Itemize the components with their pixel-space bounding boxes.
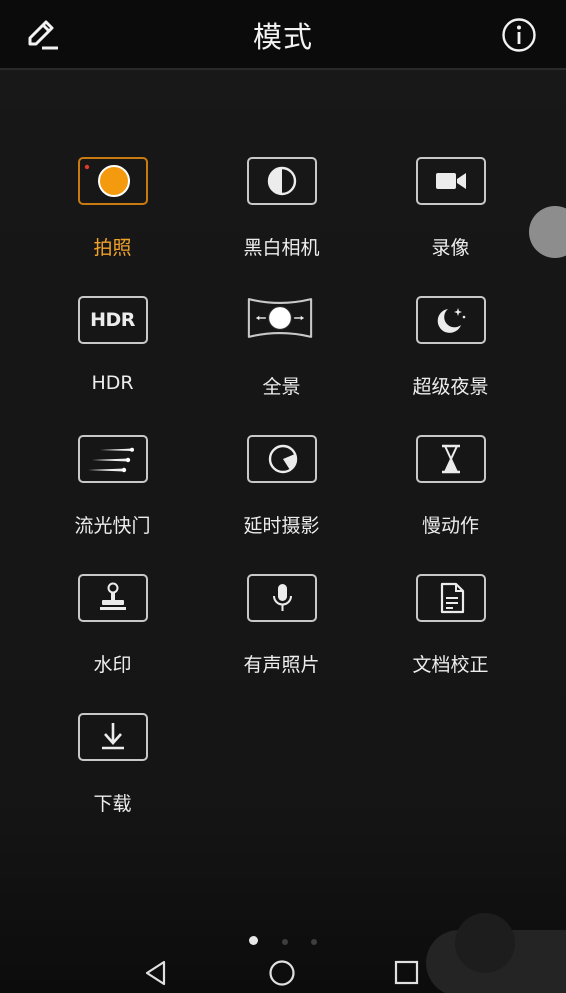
- page-dot[interactable]: [281, 939, 288, 945]
- mode-photo[interactable]: 拍照: [28, 155, 197, 275]
- back-button[interactable]: [141, 958, 171, 988]
- mode-label: 录像: [431, 237, 470, 259]
- recent-apps-button[interactable]: [392, 958, 422, 988]
- mode-label: 下载: [93, 793, 132, 815]
- recent-square-icon: [394, 960, 419, 985]
- mode-monochrome[interactable]: 黑白相机: [197, 155, 366, 275]
- system-navigation-bar: [0, 950, 566, 993]
- night-moon-icon: [415, 296, 486, 344]
- mode-label: 延时摄影: [243, 515, 320, 537]
- light-trails-icon: [77, 435, 148, 483]
- mode-label: 水印: [93, 654, 132, 676]
- panorama-icon: [247, 296, 313, 340]
- back-triangle-icon: [145, 960, 166, 986]
- mode-label: 流光快门: [74, 515, 151, 537]
- timelapse-icon: [246, 435, 317, 483]
- mode-timelapse[interactable]: 延时摄影: [197, 433, 366, 553]
- photo-icon: [77, 157, 148, 205]
- mode-label: 黑白相机: [243, 237, 320, 259]
- page-dot-active[interactable]: [249, 936, 259, 945]
- mode-audio-photo[interactable]: 有声照片: [197, 572, 366, 692]
- page-dot[interactable]: [310, 939, 317, 945]
- mode-label: 慢动作: [421, 515, 479, 537]
- mode-label: 全景: [262, 376, 301, 398]
- video-camera-icon: [415, 157, 486, 205]
- mode-label: 超级夜景: [412, 376, 489, 398]
- home-button[interactable]: [267, 958, 297, 988]
- info-button[interactable]: [500, 16, 538, 54]
- mode-panorama[interactable]: 全景: [197, 294, 366, 414]
- mode-label: HDR: [91, 372, 134, 394]
- hourglass-icon: [415, 435, 486, 483]
- monochrome-icon: [246, 157, 317, 205]
- mode-hdr[interactable]: HDR HDR: [28, 294, 197, 414]
- mode-slow-motion[interactable]: 慢动作: [366, 433, 535, 553]
- document-icon: [415, 574, 486, 622]
- mode-watermark[interactable]: 水印: [28, 572, 197, 692]
- mode-super-night[interactable]: 超级夜景: [366, 294, 535, 414]
- stamp-icon: [77, 574, 148, 622]
- top-bar: 模式: [0, 0, 566, 70]
- mode-label: 文档校正: [412, 654, 489, 676]
- camera-modes-screen: 模式 拍照 黑白相机 录像 HDR HDR 全景 超级夜景 流光快门 延时摄影 …: [0, 0, 566, 993]
- mode-label: 拍照: [93, 237, 132, 259]
- page-title: 模式: [252, 20, 313, 54]
- mode-video[interactable]: 录像: [366, 155, 535, 275]
- mode-document-correction[interactable]: 文档校正: [366, 572, 535, 692]
- home-circle-icon: [269, 960, 295, 986]
- mode-light-trails[interactable]: 流光快门: [28, 433, 197, 553]
- hdr-icon: HDR: [77, 296, 148, 344]
- mode-label: 有声照片: [243, 654, 320, 676]
- download-icon: [77, 713, 148, 761]
- mode-download[interactable]: 下载: [28, 711, 197, 831]
- info-icon: [502, 18, 536, 52]
- microphone-icon: [246, 574, 317, 622]
